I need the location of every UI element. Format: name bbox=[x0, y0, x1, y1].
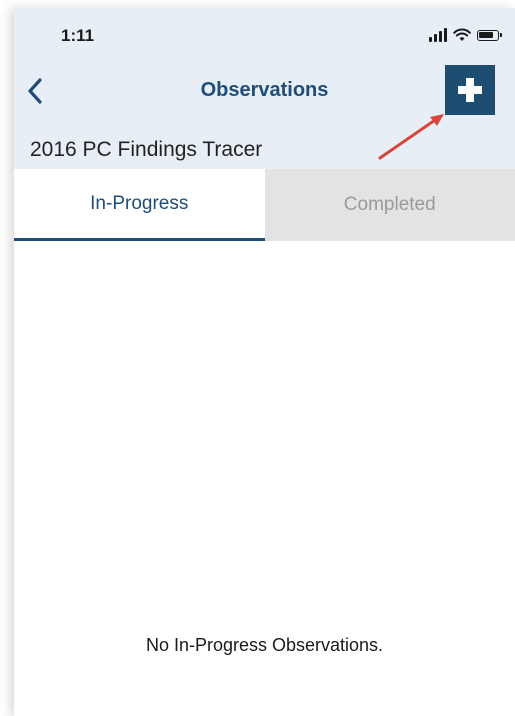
plus-icon bbox=[458, 78, 482, 102]
wifi-icon bbox=[453, 28, 471, 41]
empty-state-message: No In-Progress Observations. bbox=[145, 635, 384, 655]
tab-completed[interactable]: Completed bbox=[264, 169, 515, 241]
tracer-name: 2016 PC Findings Tracer bbox=[30, 138, 263, 161]
signal-bars-icon bbox=[429, 28, 447, 42]
tab-in-progress[interactable]: In-Progress bbox=[14, 169, 265, 241]
status-time: 1:11 bbox=[61, 26, 95, 45]
page-title: Observations bbox=[200, 79, 329, 101]
annotation-arrow-icon bbox=[378, 114, 444, 160]
tab-bar: In-Progress Completed bbox=[14, 169, 515, 241]
status-icons bbox=[429, 26, 502, 44]
battery-icon bbox=[477, 29, 502, 41]
app-screen: 1:11 Observations 2016 PC Findings Trace… bbox=[14, 8, 515, 716]
